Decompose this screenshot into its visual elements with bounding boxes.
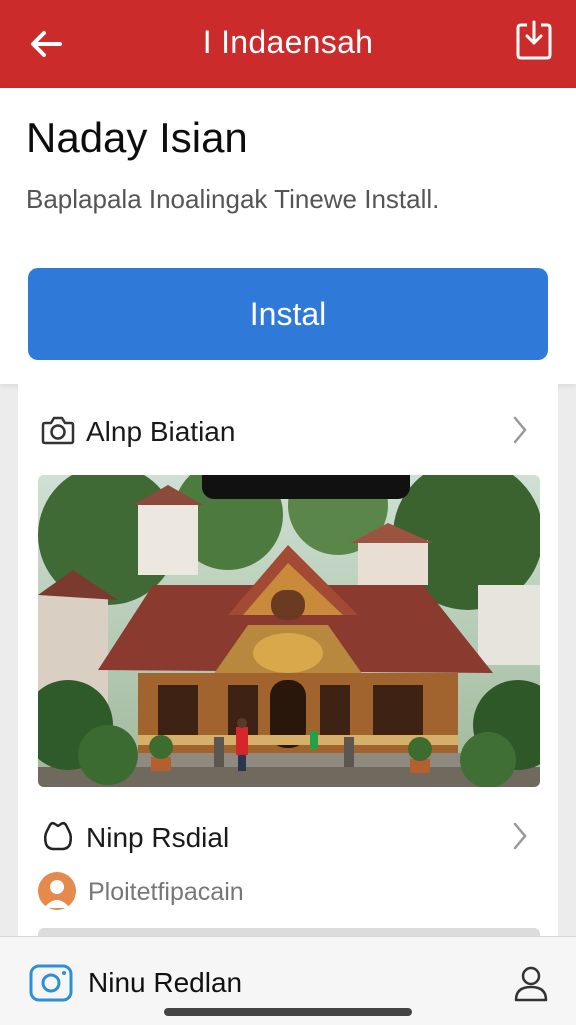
home-indicator[interactable] bbox=[164, 1008, 412, 1016]
meta-text: Ploitetfipacain bbox=[88, 878, 244, 906]
app-name: Naday Isian bbox=[26, 114, 248, 161]
profile-icon[interactable] bbox=[512, 963, 550, 1003]
download-button[interactable] bbox=[514, 18, 554, 62]
content-card: Alnp Biatian Ninp Rsdial Ploitetfipacain bbox=[18, 384, 558, 944]
camera-notch bbox=[202, 475, 410, 499]
bottom-bar-label: Ninu Redlan bbox=[88, 967, 243, 998]
section-row-photos[interactable]: Alnp Biatian bbox=[18, 392, 558, 464]
app-bar-title: I Indaensah bbox=[202, 24, 374, 60]
top-app-bar: I Indaensah bbox=[0, 0, 576, 88]
bag-icon bbox=[43, 821, 73, 851]
section-label: Alnp Biatian bbox=[86, 416, 236, 447]
house-photo[interactable] bbox=[38, 475, 540, 787]
chevron-right-icon bbox=[513, 416, 527, 444]
instagram-icon[interactable] bbox=[28, 963, 74, 1003]
traditional-house-image bbox=[38, 475, 540, 787]
install-button[interactable]: Instal bbox=[28, 268, 548, 360]
person-avatar-icon bbox=[38, 872, 76, 910]
section-label: Ninp Rsdial bbox=[86, 822, 230, 853]
app-description: Baplapala Inoalingak Tinewe Install. bbox=[26, 184, 440, 214]
chevron-right-icon bbox=[513, 822, 527, 850]
section-row-shop[interactable]: Ninp Rsdial bbox=[18, 798, 558, 870]
app-header-card: Naday Isian Baplapala Inoalingak Tinewe … bbox=[0, 88, 576, 384]
download-icon bbox=[516, 20, 552, 60]
camera-icon bbox=[41, 416, 75, 445]
meta-row: Ploitetfipacain bbox=[38, 872, 518, 912]
